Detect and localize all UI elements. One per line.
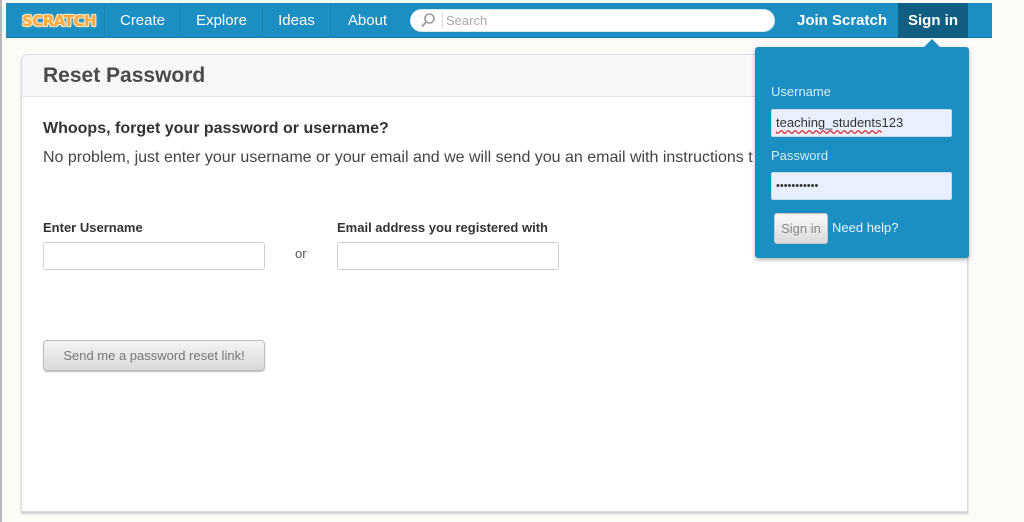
need-help-link[interactable]: Need help? xyxy=(832,220,899,235)
send-reset-link-button[interactable]: Send me a password reset link! xyxy=(43,340,265,371)
sign-in-nav-button[interactable]: Sign in xyxy=(898,3,968,38)
popover-arrow xyxy=(924,39,940,47)
popover-sign-in-button[interactable]: Sign in xyxy=(774,213,828,244)
logo-text: SCRATCH xyxy=(21,11,97,30)
nav-create[interactable]: Create xyxy=(104,3,180,38)
username-suffix-text: 123 xyxy=(881,115,904,130)
popover-username-input[interactable]: teaching_students123 xyxy=(771,109,952,137)
nav-about[interactable]: About xyxy=(330,3,404,38)
search-box[interactable] xyxy=(410,9,775,32)
login-popover: Username teaching_students123 Password •… xyxy=(755,39,969,258)
popover-password-label: Password xyxy=(771,148,829,163)
password-masked-text: ••••••••••• xyxy=(776,180,819,192)
popover-username-label: Username xyxy=(771,84,831,99)
username-label: Enter Username xyxy=(43,220,143,235)
search-icon xyxy=(421,13,435,28)
description: No problem, just enter your username or … xyxy=(43,149,753,166)
join-scratch-link[interactable]: Join Scratch xyxy=(786,3,898,38)
nav-explore[interactable]: Explore xyxy=(180,3,262,38)
or-separator: or xyxy=(295,246,307,261)
username-misspelled-text: teaching_students xyxy=(776,115,882,130)
page-title: Reset Password xyxy=(43,64,206,87)
popover-password-input[interactable]: ••••••••••• xyxy=(771,172,952,200)
search-divider xyxy=(442,13,443,29)
email-label: Email address you registered with xyxy=(337,220,548,235)
top-navbar: SCRATCH Create Explore Ideas About Join … xyxy=(6,3,992,38)
nav-ideas[interactable]: Ideas xyxy=(262,3,330,38)
email-input[interactable] xyxy=(337,242,559,270)
subheading: Whoops, forget your password or username… xyxy=(43,120,389,137)
scratch-logo[interactable]: SCRATCH xyxy=(20,8,98,33)
username-input[interactable] xyxy=(43,242,265,270)
search-input[interactable] xyxy=(446,12,766,29)
